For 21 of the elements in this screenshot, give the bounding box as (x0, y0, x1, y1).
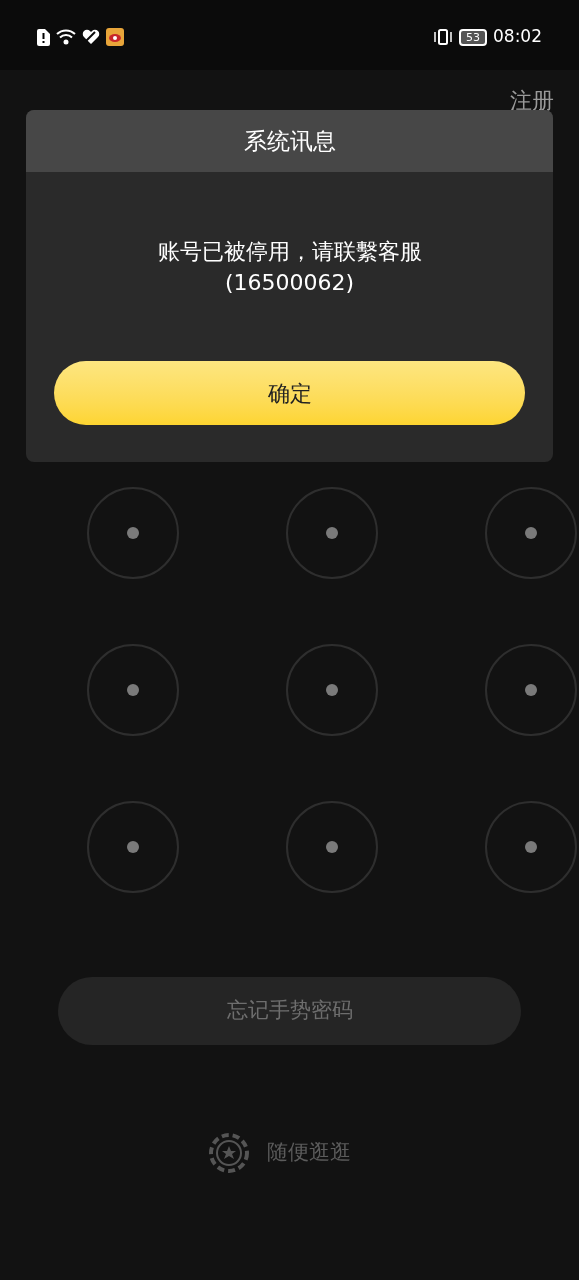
sim-alert-icon (37, 28, 50, 46)
pattern-node[interactable] (485, 487, 577, 579)
confirm-button[interactable]: 确定 (54, 361, 525, 425)
dialog-title: 系统讯息 (243, 126, 336, 156)
pattern-node[interactable] (286, 644, 378, 736)
vibrate-icon (433, 29, 453, 45)
poker-chip-icon (208, 1133, 249, 1173)
pattern-node[interactable] (87, 487, 179, 579)
pattern-node[interactable] (485, 801, 577, 893)
dialog-message: 账号已被停用，请联繫客服 (157, 238, 422, 266)
heart-icon (82, 29, 100, 45)
pattern-node[interactable] (286, 487, 378, 579)
error-code: (16500062) (224, 269, 355, 297)
pattern-node[interactable] (87, 801, 179, 893)
pattern-node[interactable] (87, 644, 179, 736)
pattern-node[interactable] (286, 801, 378, 893)
pattern-node[interactable] (485, 644, 577, 736)
battery-indicator: 53 (459, 28, 487, 46)
clock-time: 08:02 (493, 25, 542, 49)
wifi-icon (56, 29, 76, 45)
app-icon (106, 28, 124, 46)
